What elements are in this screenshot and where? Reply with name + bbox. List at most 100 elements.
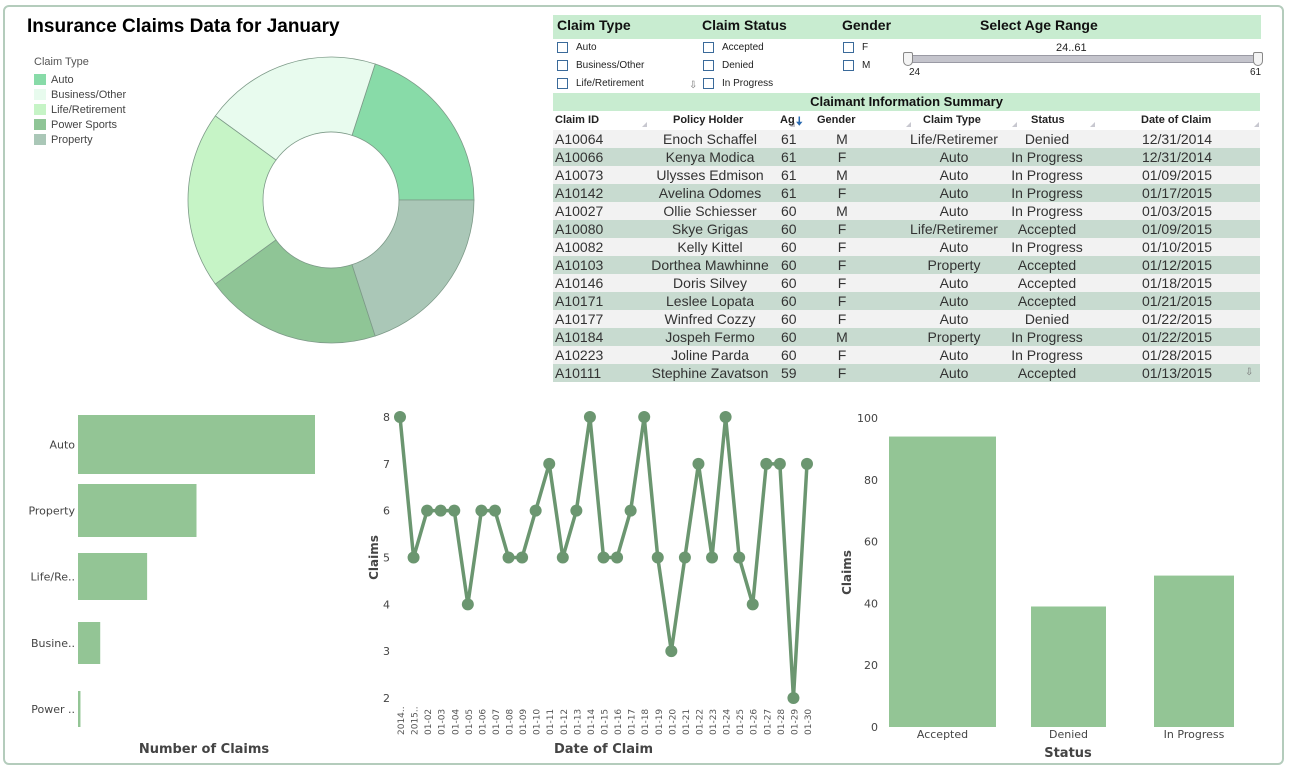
data-point[interactable] [611, 551, 624, 564]
filter-claim-type-auto[interactable]: Auto [557, 40, 597, 54]
data-point[interactable] [651, 551, 664, 564]
bar-in-progress[interactable] [1154, 575, 1234, 727]
table-row[interactable]: A10146 Doris Silvey 60 F Auto Accepted 01/18/2… [553, 274, 1260, 292]
data-point[interactable] [583, 411, 596, 423]
x-tick-label: 01-18 [641, 709, 651, 735]
column-header-gender[interactable]: Gender [817, 114, 911, 127]
data-point[interactable] [461, 598, 474, 611]
table-row[interactable]: A10064 Enoch Schaffel 61 M Life/Retiremer Den… [553, 130, 1260, 148]
table-scroll-down-icon[interactable]: ⇩ [1245, 367, 1253, 378]
data-point[interactable] [502, 551, 515, 564]
table-row[interactable]: A10177 Winfred Cozzy 60 F Auto Denied 01/22/20… [553, 310, 1260, 328]
bar-3[interactable] [78, 622, 101, 664]
legend-item-life[interactable]: Life/Retirement [34, 102, 126, 117]
table-cell: 12/31/2014 [1141, 149, 1213, 165]
checkbox[interactable] [843, 59, 854, 71]
age-range-min-handle[interactable] [903, 52, 913, 66]
data-point[interactable] [624, 504, 637, 517]
checkbox[interactable] [843, 41, 854, 53]
table-row[interactable]: A10142 Avelina Odomes 61 F Auto In Progress 01… [553, 184, 1260, 202]
data-point[interactable] [678, 551, 691, 564]
legend-item-power-sports[interactable]: Power Sports [34, 117, 126, 132]
legend-item-business[interactable]: Business/Other [34, 87, 126, 102]
table-cell: Auto [939, 275, 969, 291]
column-header-claim-type[interactable]: Claim Type [923, 114, 1019, 127]
bar-accepted[interactable] [889, 436, 996, 727]
age-range-max-handle[interactable] [1253, 52, 1263, 66]
data-point[interactable] [543, 457, 556, 470]
scroll-down-arrow-icon[interactable]: ⇩ [689, 80, 697, 91]
filter-claim-type-business[interactable]: Business/Other [557, 58, 644, 72]
checkbox-label: Life/Retirement [576, 77, 644, 89]
filter-gender-m[interactable]: M [843, 58, 870, 72]
table-row[interactable]: A10103 Dorthea Mawhinne 60 F Property Accepte… [553, 256, 1260, 274]
age-range-value: 24..61 [1056, 42, 1087, 54]
age-range-slider-track[interactable] [907, 55, 1258, 63]
table-row[interactable]: A10082 Kelly Kittel 60 F Auto In Progress 01/1… [553, 238, 1260, 256]
data-point[interactable] [488, 504, 501, 517]
table-cell: Kenya Modica [665, 149, 755, 165]
x-tick-label: 01-22 [695, 709, 705, 735]
table-cell: In Progress [1011, 167, 1083, 183]
table-row[interactable]: A10223 Joline Parda 60 F Auto In Progress 01/2… [553, 346, 1260, 364]
data-point[interactable] [746, 598, 759, 611]
legend-item-auto[interactable]: Auto [34, 72, 126, 87]
donut-slice-auto[interactable] [351, 63, 475, 201]
data-point[interactable] [665, 645, 678, 658]
filter-status-accepted[interactable]: Accepted [703, 40, 764, 54]
data-point[interactable] [733, 551, 746, 564]
data-point[interactable] [434, 504, 447, 517]
column-header-claim-id[interactable]: Claim ID [555, 114, 647, 127]
column-header-policy-holder[interactable]: Policy Holder [673, 114, 795, 127]
bar-0[interactable] [78, 415, 315, 474]
data-point[interactable] [773, 457, 786, 470]
table-row[interactable]: A10073 Ulysses Edmison 61 M Auto In Progress 0… [553, 166, 1260, 184]
data-point[interactable] [760, 457, 773, 470]
data-point[interactable] [516, 551, 529, 564]
table-row[interactable]: A10027 Ollie Schiesser 60 M Auto In Progress 0… [553, 202, 1260, 220]
table-row[interactable]: A10080 Skye Grigas 60 F Life/Retiremer Accept… [553, 220, 1260, 238]
checkbox[interactable] [703, 41, 714, 53]
data-point[interactable] [556, 551, 569, 564]
filter-status-denied[interactable]: Denied [703, 58, 754, 72]
bar-1[interactable] [78, 484, 197, 537]
legend-item-property[interactable]: Property [34, 132, 126, 147]
table-row[interactable]: A10066 Kenya Modica 61 F Auto In Progress 12/3… [553, 148, 1260, 166]
data-point[interactable] [407, 551, 420, 564]
data-point[interactable] [570, 504, 583, 517]
bar-denied[interactable] [1031, 606, 1106, 727]
table-cell: Accepted [1017, 257, 1077, 273]
data-point[interactable] [692, 457, 705, 470]
x-axis-title: Number of Claims [139, 742, 270, 757]
x-tick-label: 01-17 [628, 709, 638, 735]
table-row[interactable]: A10171 Leslee Lopata 60 F Auto Accepted 01/21/… [553, 292, 1260, 310]
filter-gender-f[interactable]: F [843, 40, 868, 54]
data-point[interactable] [801, 457, 813, 470]
data-point[interactable] [638, 411, 651, 423]
donut-slice-property[interactable] [351, 199, 475, 337]
checkbox[interactable] [703, 77, 714, 89]
data-point[interactable] [597, 551, 610, 564]
table-row[interactable]: A10111 Stephine Zavatson 59 F Auto Accepted 01… [553, 364, 1260, 382]
table-row[interactable]: A10184 Jospeh Fermo 60 M Property In Progress… [553, 328, 1260, 346]
data-point[interactable] [448, 504, 461, 517]
checkbox[interactable] [557, 59, 568, 71]
checkbox[interactable] [557, 77, 568, 89]
checkbox[interactable] [703, 59, 714, 71]
data-point[interactable] [719, 411, 732, 423]
bar-2[interactable] [78, 553, 148, 600]
data-point[interactable] [529, 504, 542, 517]
data-point[interactable] [394, 411, 406, 423]
filter-claim-type-life[interactable]: Life/Retirement [557, 76, 644, 90]
bar-4[interactable] [78, 691, 81, 727]
filter-status-in-progress[interactable]: In Progress [703, 76, 773, 90]
checkbox[interactable] [557, 41, 568, 53]
data-point[interactable] [787, 692, 800, 704]
claims-by-date-line-chart: 2 3 4 5 6 7 8 Claims 2014.. 2015.. 01-02 01-03 01-04… [367, 411, 814, 757]
data-point[interactable] [706, 551, 719, 564]
data-point[interactable] [421, 504, 434, 517]
column-header-date[interactable]: Date of Claim [1141, 114, 1259, 127]
checkbox-label: Denied [722, 59, 754, 71]
column-header-status[interactable]: Status [1031, 114, 1095, 127]
data-point[interactable] [475, 504, 488, 517]
